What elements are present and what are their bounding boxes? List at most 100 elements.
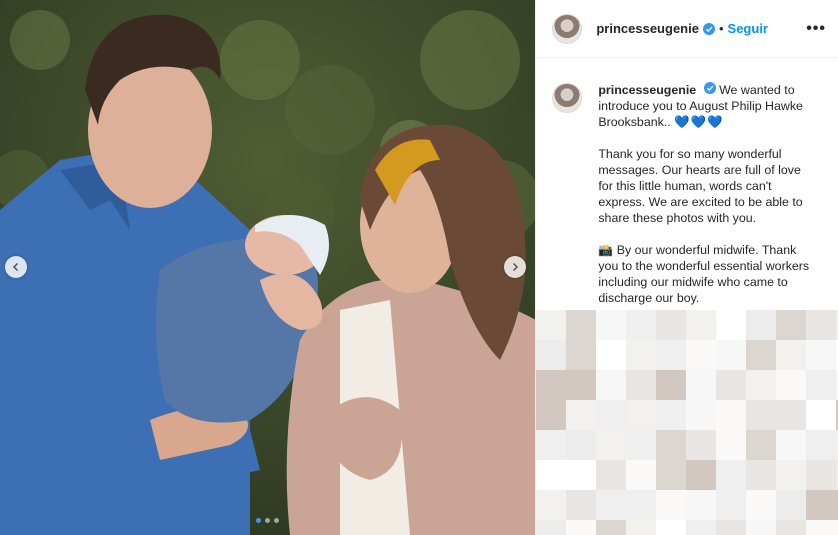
verified-badge-icon xyxy=(703,82,716,94)
verified-badge-icon xyxy=(702,22,715,35)
pixel-cell xyxy=(596,370,627,400)
pixel-cell xyxy=(656,400,687,430)
pixel-cell xyxy=(746,520,777,535)
pixel-cell xyxy=(776,370,807,400)
pixel-cell xyxy=(566,490,597,520)
pixel-cell xyxy=(536,310,567,340)
follow-button[interactable]: Seguir xyxy=(728,21,768,36)
pixel-cell xyxy=(656,310,687,340)
pixel-cell xyxy=(806,490,837,520)
post-side-panel: princesseugenie • Seguir ••• princesseug… xyxy=(535,0,838,535)
pixel-cell xyxy=(596,310,627,340)
post-header: princesseugenie • Seguir ••• xyxy=(536,0,838,58)
carousel-indicator xyxy=(256,518,279,523)
pixel-cell xyxy=(566,340,597,370)
pixel-cell xyxy=(566,310,597,340)
pixel-cell xyxy=(776,310,807,340)
pixel-cell xyxy=(566,460,597,490)
pixel-cell xyxy=(656,340,687,370)
header-separator: • xyxy=(718,21,724,36)
caption-paragraph-2: Thank you for so many wonderful messages… xyxy=(598,147,803,225)
chevron-left-icon xyxy=(12,262,19,272)
pixel-cell xyxy=(596,520,627,535)
pixel-cell xyxy=(686,490,717,520)
pixel-cell xyxy=(626,460,657,490)
pixel-cell xyxy=(566,430,597,460)
pixel-cell xyxy=(626,520,657,535)
pixel-cell xyxy=(626,430,657,460)
pixel-cell xyxy=(806,370,837,400)
pixel-cell xyxy=(776,340,807,370)
pixel-cell xyxy=(686,430,717,460)
pixel-cell xyxy=(746,310,777,340)
camera-emoji: 📸 xyxy=(598,243,614,257)
pixel-cell xyxy=(596,430,627,460)
header-username[interactable]: princesseugenie xyxy=(596,21,699,36)
pixel-cell xyxy=(656,430,687,460)
pixel-cell xyxy=(806,430,837,460)
pixel-cell xyxy=(596,490,627,520)
pixel-cell xyxy=(566,370,597,400)
pixel-cell xyxy=(656,490,687,520)
pixel-cell xyxy=(776,520,807,535)
blue-hearts-emoji: 💙💙💙 xyxy=(674,115,724,129)
pixel-cell xyxy=(626,490,657,520)
pixel-cell xyxy=(806,340,837,370)
pixel-cell xyxy=(596,400,627,430)
pixel-cell xyxy=(536,490,567,520)
pixel-cell xyxy=(686,340,717,370)
pixel-cell xyxy=(536,460,567,490)
pixel-cell xyxy=(716,520,747,535)
pixel-cell xyxy=(626,310,657,340)
pixel-cell xyxy=(536,400,567,430)
pixel-cell xyxy=(686,370,717,400)
pixel-cell xyxy=(686,400,717,430)
pixel-cell xyxy=(806,460,837,490)
pixel-cell xyxy=(776,460,807,490)
pixel-cell xyxy=(656,460,687,490)
caption-paragraph-3: By our wonderful midwife. Thank you to t… xyxy=(598,243,810,305)
pixel-cell xyxy=(776,430,807,460)
pixel-cell xyxy=(656,370,687,400)
carousel-next-button[interactable] xyxy=(504,256,526,278)
pixel-cell xyxy=(686,310,717,340)
pixel-cell xyxy=(626,340,657,370)
pixel-cell xyxy=(746,340,777,370)
pixel-cell xyxy=(626,370,657,400)
pixel-cell xyxy=(746,430,777,460)
pixel-cell xyxy=(806,400,837,430)
avatar[interactable] xyxy=(552,13,583,44)
more-options-icon[interactable]: ••• xyxy=(806,20,826,38)
pixel-cell xyxy=(746,400,777,430)
caption-avatar[interactable] xyxy=(552,83,583,113)
pixel-cell xyxy=(536,430,567,460)
pixelated-comments-area xyxy=(536,310,838,535)
pixel-cell xyxy=(536,520,567,535)
pixel-cell xyxy=(716,310,747,340)
post-media[interactable] xyxy=(0,0,536,535)
carousel-dot-active xyxy=(256,518,261,523)
pixel-cell xyxy=(746,370,777,400)
pixel-cell xyxy=(776,400,807,430)
pixel-cell xyxy=(716,400,747,430)
pixel-cell xyxy=(716,460,747,490)
pixel-cell xyxy=(776,490,807,520)
pixel-cell xyxy=(566,400,597,430)
pixel-cell xyxy=(686,520,717,535)
pixel-cell xyxy=(746,460,777,490)
carousel-dot xyxy=(274,518,279,523)
carousel-prev-button[interactable] xyxy=(5,256,27,278)
pixel-cell xyxy=(596,460,627,490)
caption-username[interactable]: princesseugenie xyxy=(598,83,696,97)
chevron-right-icon xyxy=(512,262,519,272)
pixel-cell xyxy=(716,490,747,520)
pixel-cell xyxy=(536,370,567,400)
pixel-cell xyxy=(746,490,777,520)
caption-text: princesseugenie We wanted to introduce y… xyxy=(598,82,816,322)
pixel-cell xyxy=(596,340,627,370)
pixel-cell xyxy=(566,520,597,535)
carousel-dot xyxy=(265,518,270,523)
post-caption: princesseugenie We wanted to introduce y… xyxy=(552,82,828,322)
pixel-cell xyxy=(626,400,657,430)
pixel-cell xyxy=(716,370,747,400)
